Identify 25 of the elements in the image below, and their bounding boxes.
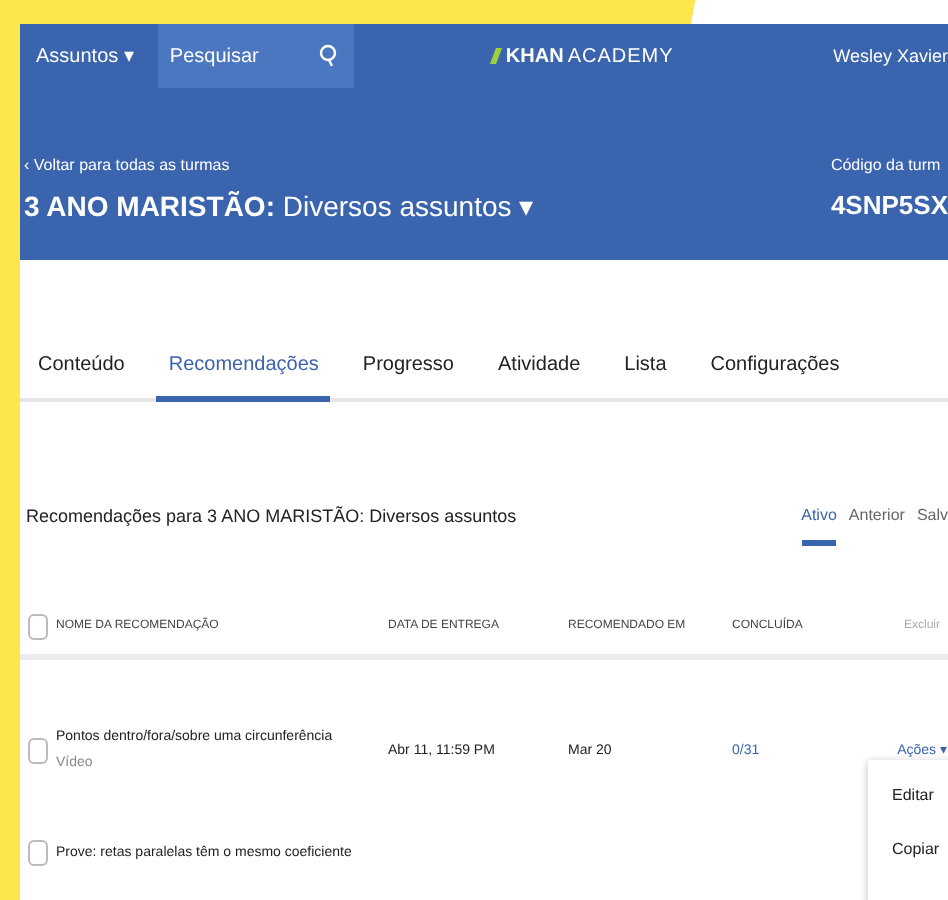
- checkbox[interactable]: [28, 613, 48, 639]
- menu-item[interactable]: Editar: [892, 786, 948, 804]
- back-link[interactable]: ‹ Voltar para todas as turmas: [24, 156, 534, 174]
- logo[interactable]: KHAN ACADEMY: [489, 45, 674, 67]
- filter-tab[interactable]: Ativo: [801, 506, 837, 546]
- class-code-label: Código da turm: [830, 156, 943, 174]
- user-name[interactable]: Wesley Xavier: [833, 46, 948, 66]
- search-icon[interactable]: [317, 44, 338, 68]
- tab[interactable]: Recomendações: [156, 352, 331, 402]
- search-field[interactable]: Pesquisar: [157, 24, 354, 88]
- filter-tab[interactable]: Salv: [916, 506, 948, 546]
- leaf-icon: [489, 48, 502, 64]
- tab[interactable]: Atividade: [486, 352, 593, 402]
- tab[interactable]: Conteúdo: [26, 352, 137, 402]
- tab[interactable]: Lista: [612, 352, 679, 402]
- class-code: 4SNP5SX: [830, 190, 948, 220]
- menu-item[interactable]: Copiar: [892, 840, 948, 858]
- subjects-menu[interactable]: Assuntos ▾: [20, 44, 158, 68]
- checkbox[interactable]: [28, 840, 48, 866]
- tab[interactable]: Progresso: [350, 352, 466, 402]
- filter-tab[interactable]: Anterior: [848, 506, 905, 546]
- tab[interactable]: Configurações: [698, 352, 852, 402]
- section-title: Recomendações para 3 ANO MARISTÃO: Diversos assuntos: [26, 506, 517, 526]
- checkbox[interactable]: [28, 737, 48, 763]
- class-title[interactable]: 3 ANO MARISTÃO: Diversos assuntos ▾: [24, 190, 534, 222]
